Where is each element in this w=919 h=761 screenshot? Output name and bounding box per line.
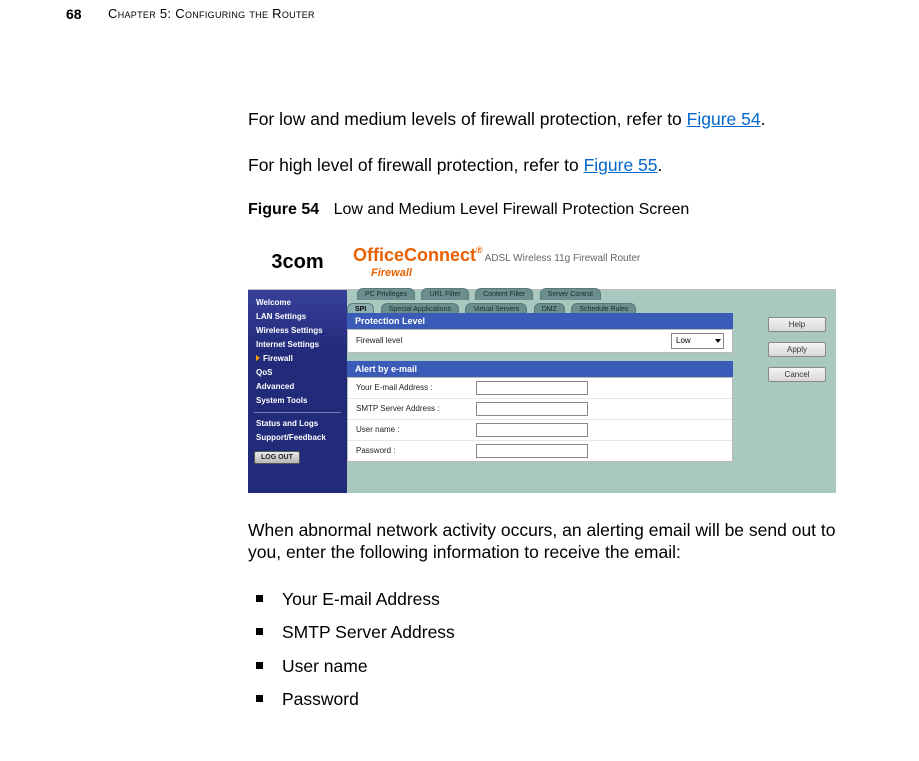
paragraph-3: When abnormal network activity occurs, a… <box>248 519 836 564</box>
chevron-down-icon <box>715 339 721 343</box>
section-label-firewall: Firewall <box>371 267 412 279</box>
sidebar-item-support[interactable]: Support/Feedback <box>248 431 347 445</box>
input-username[interactable] <box>476 423 588 437</box>
input-email-address[interactable] <box>476 381 588 395</box>
link-figure-55[interactable]: Figure 55 <box>584 155 658 175</box>
row-password: Password : <box>348 441 732 461</box>
sidebar-item-welcome[interactable]: Welcome <box>248 296 347 310</box>
panel-header-alert-email: Alert by e-mail <box>347 361 733 377</box>
link-figure-54[interactable]: Figure 54 <box>687 109 761 129</box>
sidebar-separator <box>254 412 341 413</box>
select-value: Low <box>676 336 691 345</box>
paragraph-2: For high level of firewall protection, r… <box>248 154 836 176</box>
label-firewall-level: Firewall level <box>356 336 476 345</box>
sidebar-item-advanced[interactable]: Advanced <box>248 380 347 394</box>
action-buttons: Help Apply Cancel <box>768 317 826 382</box>
row-email-address: Your E-mail Address : <box>348 378 732 399</box>
label-email-address: Your E-mail Address : <box>356 383 476 392</box>
text: For high level of firewall protection, r… <box>248 155 584 175</box>
brand-subtitle: ADSL Wireless 11g Firewall Router <box>485 253 641 264</box>
page-number: 68 <box>66 6 82 22</box>
tabs-area: PC Privileges URL Filter Content Filter … <box>347 281 836 309</box>
sidebar-item-wireless[interactable]: Wireless Settings <box>248 324 347 338</box>
panel-header-protection-level: Protection Level <box>347 313 733 329</box>
router-content: Protection Level Firewall level Low Aler… <box>347 313 733 462</box>
figure-caption: Figure 54 Low and Medium Level Firewall … <box>248 201 836 219</box>
input-smtp-server[interactable] <box>476 402 588 416</box>
list-item: User name <box>248 655 836 679</box>
row-username: User name : <box>348 420 732 441</box>
list-item: SMTP Server Address <box>248 621 836 645</box>
brand-reg: ® <box>476 245 483 255</box>
cancel-button[interactable]: Cancel <box>768 367 826 382</box>
list-item: Password <box>248 688 836 712</box>
paragraph-1: For low and medium levels of firewall pr… <box>248 108 836 130</box>
label-smtp-server: SMTP Server Address : <box>356 404 476 413</box>
label-username: User name : <box>356 425 476 434</box>
text: . <box>761 109 766 129</box>
logo-area: 3com <box>248 237 347 290</box>
input-password[interactable] <box>476 444 588 458</box>
label-password: Password : <box>356 446 476 455</box>
router-sidebar: 3com Welcome LAN Settings Wireless Setti… <box>248 237 347 493</box>
row-smtp-server: SMTP Server Address : <box>348 399 732 420</box>
sidebar-item-qos[interactable]: QoS <box>248 366 347 380</box>
sidebar-item-firewall[interactable]: Firewall <box>248 352 347 366</box>
router-ui-screenshot: 3com Welcome LAN Settings Wireless Setti… <box>248 237 836 493</box>
figure-title: Low and Medium Level Firewall Protection… <box>334 201 690 218</box>
sidebar-item-internet[interactable]: Internet Settings <box>248 338 347 352</box>
text: . <box>658 155 663 175</box>
list-item: Your E-mail Address <box>248 588 836 612</box>
chapter-title: Chapter 5: Configuring the Router <box>108 6 315 21</box>
bullet-list: Your E-mail Address SMTP Server Address … <box>248 588 836 713</box>
sidebar-item-system-tools[interactable]: System Tools <box>248 394 347 408</box>
sidebar-item-lan[interactable]: LAN Settings <box>248 310 347 324</box>
row-firewall-level: Firewall level Low <box>348 330 732 352</box>
apply-button[interactable]: Apply <box>768 342 826 357</box>
brand-title: OfficeConnect®ADSL Wireless 11g Firewall… <box>353 245 640 266</box>
logo-3com: 3com <box>271 251 323 274</box>
figure-number: Figure 54 <box>248 201 319 218</box>
brand-name: OfficeConnect <box>353 245 476 265</box>
help-button[interactable]: Help <box>768 317 826 332</box>
logout-button[interactable]: LOG OUT <box>254 451 300 464</box>
text: For low and medium levels of firewall pr… <box>248 109 687 129</box>
select-firewall-level[interactable]: Low <box>671 333 724 349</box>
sidebar-item-status-logs[interactable]: Status and Logs <box>248 417 347 431</box>
